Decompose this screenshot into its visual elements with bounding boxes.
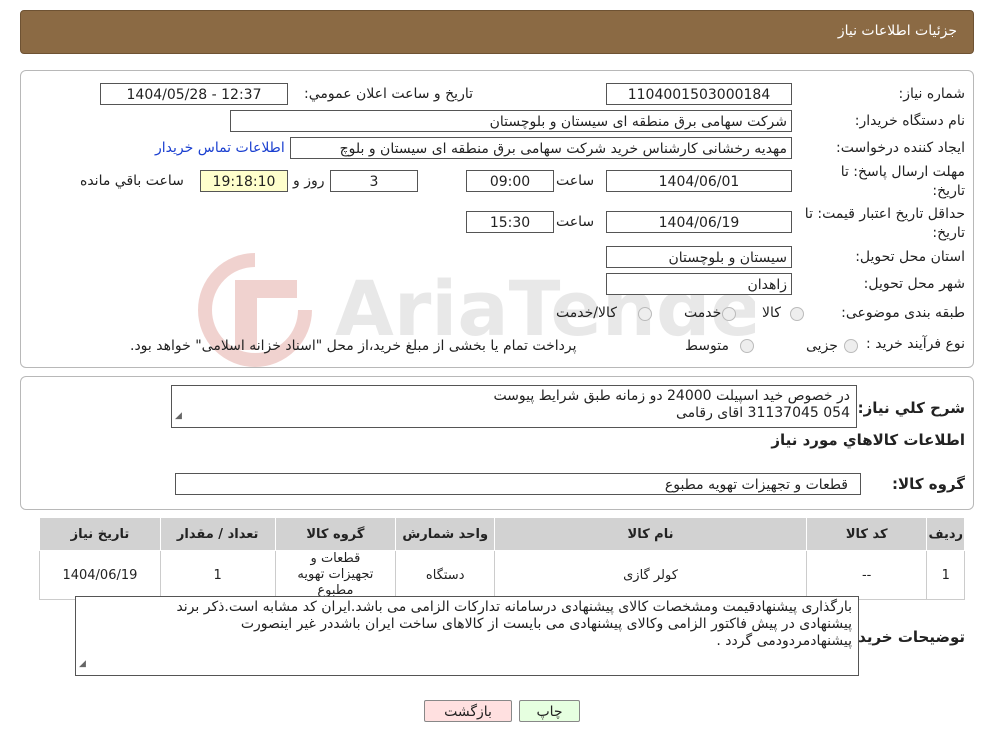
- reply-date-field: 1404/06/01: [606, 170, 792, 192]
- category-radio-goods-service[interactable]: [638, 307, 652, 321]
- description-line-2: 054 31137045 اقای رقامی: [675, 405, 850, 421]
- cell-row: 1: [926, 550, 965, 600]
- back-button[interactable]: بازگشت: [424, 700, 512, 722]
- need-number-field: 1104001503000184: [606, 83, 792, 105]
- process-radio-partial[interactable]: [844, 339, 858, 353]
- buyer-field: شرکت سهامی برق منطقه ای سیستان و بلوچستا…: [230, 110, 792, 132]
- province-field: سیستان و بلوچستان: [606, 246, 792, 268]
- process-radio-medium[interactable]: [740, 339, 754, 353]
- print-button[interactable]: چاپ: [519, 700, 580, 722]
- col-date: تاريخ نياز: [39, 517, 161, 551]
- reply-time-label: ساعت: [556, 173, 595, 189]
- buyer-notes-line-2: پیشنهادی در پیش فاکتور الزامی وکالای پیش…: [240, 616, 852, 632]
- description-textarea[interactable]: در خصوص خید اسپیلت 24000 دو زمانه طبق شر…: [171, 385, 857, 428]
- buyer-notes-line-3: پیشنهادمردودمی گردد .: [716, 633, 852, 649]
- category-label: طبقه بندی موضوعی:: [841, 305, 965, 321]
- page-title: جزئیات اطلاعات نیاز: [837, 23, 957, 39]
- process-option-medium: متوسط: [685, 338, 729, 354]
- resize-grip-icon[interactable]: ◢: [175, 408, 182, 425]
- reply-deadline-label-2: تاریخ:: [932, 183, 965, 199]
- description-label: شرح کلي نياز:: [857, 399, 965, 417]
- remaining-time-field: 19:18:10: [200, 170, 288, 192]
- announce-label: تاریخ و ساعت اعلان عمومي:: [304, 86, 473, 102]
- process-label: نوع فرآیند خرید :: [866, 336, 965, 352]
- days-remaining-field: 3: [330, 170, 418, 192]
- resize-grip-icon[interactable]: ◢: [79, 656, 86, 673]
- col-name: نام کالا: [494, 517, 807, 551]
- province-label: استان محل تحویل:: [855, 249, 965, 265]
- category-radio-service[interactable]: [722, 307, 736, 321]
- validity-date-field: 1404/06/19: [606, 211, 792, 233]
- col-qty: تعداد / مقدار: [159, 517, 276, 551]
- goods-group-field: قطعات و تجهیزات تهویه مطبوع: [175, 473, 861, 495]
- city-field: زاهدان: [606, 273, 792, 295]
- validity-time-field: 15:30: [466, 211, 554, 233]
- table-row[interactable]: 1 -- کولر گازی دستگاه قطعات و تجهیزات ته…: [39, 550, 965, 600]
- col-group: گروه کالا: [274, 517, 397, 551]
- goods-section-title: اطلاعات کالاهاي مورد نياز: [771, 431, 965, 449]
- cell-name: کولر گازی: [494, 550, 807, 600]
- col-code: کد کالا: [805, 517, 928, 551]
- city-label: شهر محل تحویل:: [863, 276, 965, 292]
- col-unit: واحد شمارش: [395, 517, 496, 551]
- days-label: روز و: [293, 173, 325, 189]
- cell-group: قطعات و تجهیزات تهویه مطبوع: [274, 550, 397, 600]
- table-header-row: رديف کد کالا نام کالا واحد شمارش گروه کا…: [39, 517, 965, 551]
- page-header: جزئیات اطلاعات نیاز: [20, 10, 974, 54]
- buyer-label: نام دستگاه خريدار:: [854, 113, 965, 129]
- remaining-label: ساعت باقي مانده: [80, 173, 184, 189]
- buyer-contact-link[interactable]: اطلاعات تماس خريدار: [155, 140, 285, 156]
- category-option-goods-service: کالا/خدمت: [556, 305, 617, 321]
- creator-label: ايجاد کننده درخواست:: [836, 140, 965, 156]
- goods-group-label: گروه کالا:: [892, 475, 965, 493]
- creator-field: مهدیه رخشانی کارشناس خرید شرکت سهامی برق…: [290, 137, 792, 159]
- validity-label-2: تاريخ:: [932, 225, 965, 241]
- validity-label: حداقل تاريخ اعتبار قيمت: تا: [804, 206, 965, 222]
- announce-datetime-value: 1404/05/28 - 12:37: [126, 87, 262, 103]
- cell-qty: 1: [159, 550, 276, 600]
- category-radio-goods[interactable]: [790, 307, 804, 321]
- category-option-service: خدمت: [684, 305, 722, 321]
- validity-time-label: ساعت: [556, 214, 595, 230]
- buyer-notes-line-1: بارگذاری پیشنهادقیمت ومشخصات کالای پیشنه…: [176, 599, 852, 615]
- reply-deadline-label: مهلت ارسال پاسخ: تا: [840, 164, 965, 180]
- col-row: رديف: [926, 517, 965, 551]
- cell-date: 1404/06/19: [39, 550, 161, 600]
- category-option-goods: کالا: [762, 305, 781, 321]
- buyer-notes-textarea[interactable]: بارگذاری پیشنهادقیمت ومشخصات کالای پیشنه…: [75, 596, 859, 676]
- announce-datetime-field: 1404/05/28 - 12:37: [100, 83, 288, 105]
- cell-unit: دستگاه: [395, 550, 496, 600]
- reply-time-field: 09:00: [466, 170, 554, 192]
- process-option-partial: جزیی: [806, 338, 838, 354]
- need-number-label: شماره نیاز:: [898, 86, 966, 102]
- description-line-1: در خصوص خید اسپیلت 24000 دو زمانه طبق شر…: [493, 388, 850, 404]
- goods-table: رديف کد کالا نام کالا واحد شمارش گروه کا…: [39, 517, 965, 600]
- cell-code: --: [805, 550, 928, 600]
- process-note: پرداخت تمام یا بخشی از مبلغ خرید،از محل …: [130, 338, 577, 354]
